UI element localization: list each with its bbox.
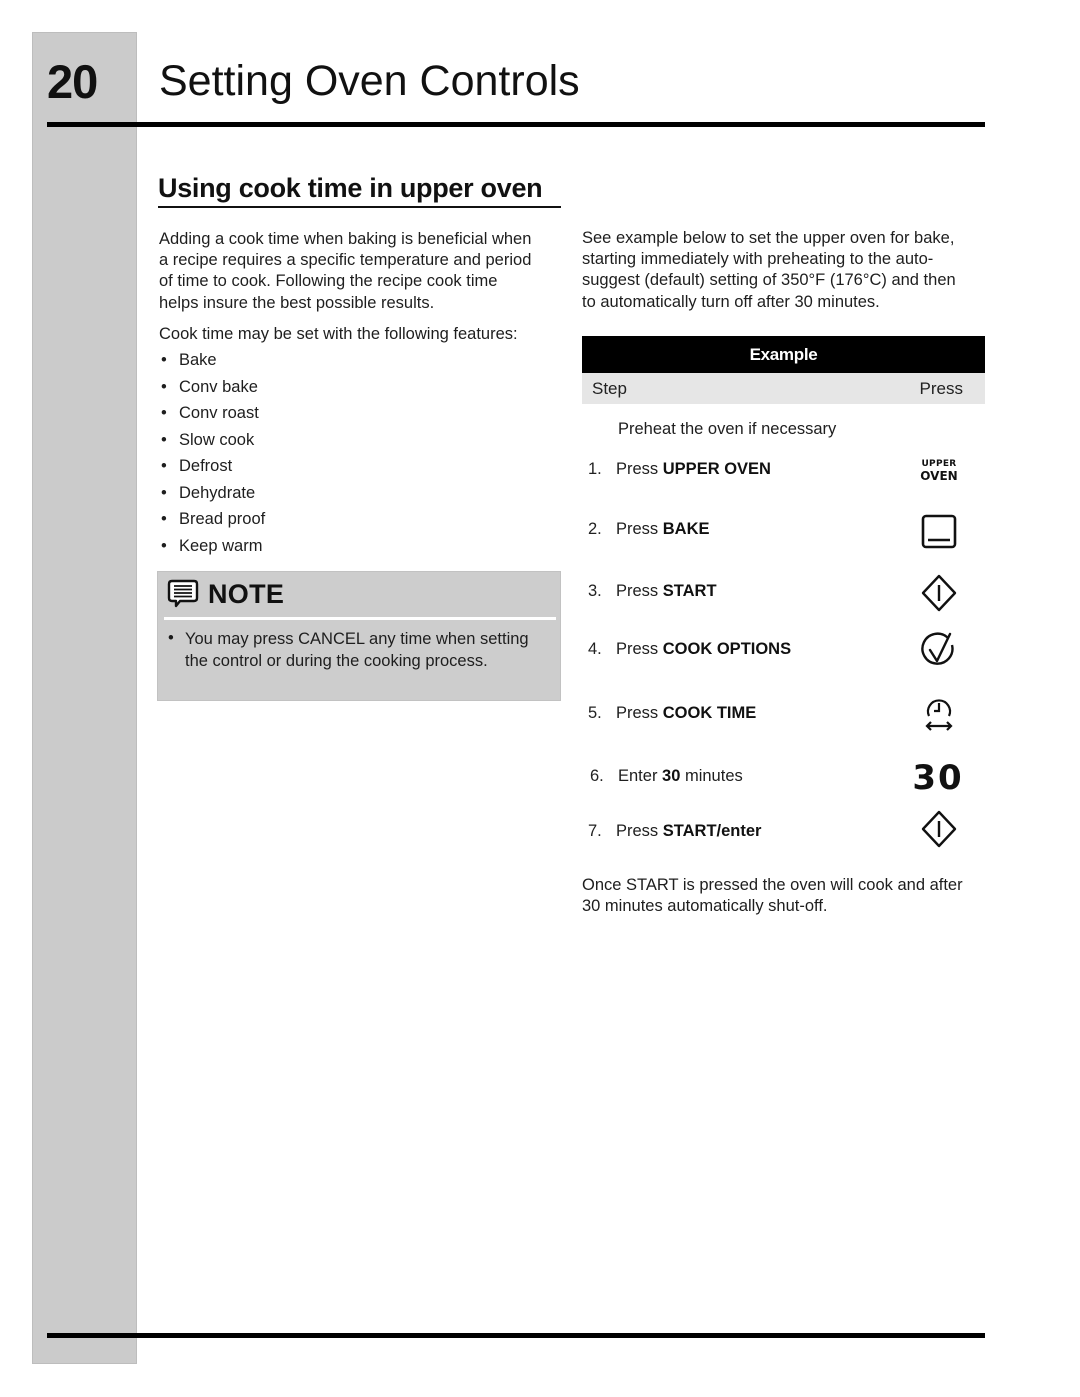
intro-line: to automatically turn off after 30 minut… [582,292,880,311]
column-header-press: Press [919,379,963,398]
section-title-underline [158,206,561,208]
feature-label: Bake [179,351,217,369]
intro-line: Adding a cook time when baking is benefi… [159,230,532,248]
bullet: • [161,536,167,555]
intro-line: a recipe requires a specific temperature… [159,251,532,270]
upper-oven-key: UPPER OVEN [912,459,966,483]
note-header: NOTE [166,578,284,610]
intro-paragraph-left: Adding a cook time when baking is benefi… [159,229,579,314]
bullet: • [161,510,167,528]
step-text: Press UPPER OVEN [616,460,771,479]
example-table: Example Step Press Preheat the oven if n… [582,336,985,848]
note-divider [164,617,556,620]
step-number: 2. [588,520,602,538]
page-number: 20 [47,55,98,108]
feature-item: • Bake [159,350,265,377]
cook-options-check-icon [921,632,954,665]
step-text: Press COOK OPTIONS [616,640,791,659]
intro-line: See example below to set the upper oven … [582,229,955,247]
note-item: • You may press CANCEL any time when set… [168,629,548,672]
step-number: 7. [588,822,602,840]
intro-line: suggest (default) setting of 350°F (176°… [582,271,956,290]
step-text: Press START/enter [616,822,761,841]
section-title: Using cook time in upper oven [158,173,543,203]
example-header: Example [582,336,985,373]
feature-label: Conv roast [179,404,259,422]
column-header-step: Step [592,379,627,398]
intro-paragraph-right: See example below to set the upper oven … [582,228,1002,313]
step-key-name: UPPER OVEN [662,460,771,478]
step-number: 3. [588,582,602,600]
step-prefix: Enter [618,767,663,785]
feature-label: Bread proof [179,510,266,528]
bullet: • [161,404,167,422]
step-prefix: Press [616,704,663,722]
feature-label: Dehydrate [179,483,256,502]
note-text: You may press CANCEL any time when setti… [185,630,529,670]
header-rule [47,122,985,127]
bullet: • [168,629,174,647]
step-text: Press START [616,582,717,601]
step-number: 4. [588,640,602,658]
feature-item: • Keep warm [159,536,265,563]
number-keys: 30 [912,758,964,798]
feature-list: • Bake • Conv bake • Conv roast • Slow cook … [159,350,265,562]
step-prefix: Press [616,582,663,600]
upper-oven-key-line1: UPPER [921,459,957,469]
closing-paragraph: Once START is pressed the oven will cook… [582,875,1002,917]
step-prefix: Press [616,460,663,478]
intro-line: helps insure the best possible results. [159,293,435,312]
step-text: Enter 30 minutes [618,767,743,786]
feature-item: • Defrost [159,456,265,483]
step-prefix: Press [616,822,663,840]
feature-item: • Conv bake [159,377,265,404]
feature-item: • Bread proof [159,509,265,536]
bullet: • [161,483,167,502]
feature-item: • Dehydrate [159,483,265,510]
feature-item: • Conv roast [159,403,265,430]
speech-bubble-note-icon [167,579,199,608]
step-prefix: Press [616,640,663,658]
bullet: • [161,457,167,475]
page-title: Setting Oven Controls [159,57,580,105]
preheat-instruction: Preheat the oven if necessary [618,420,837,438]
start-icon [921,810,957,848]
features-intro: Cook time may be set with the following … [159,325,518,343]
step-key-name: COOK TIME [662,704,757,722]
step-number: 6. [590,767,604,785]
step-suffix: minutes [680,767,743,785]
step-key-name: COOK OPTIONS [662,640,792,658]
step-prefix: Press [616,520,663,538]
step-key-name: START/enter [662,822,762,840]
step-number: 5. [588,704,602,722]
example-column-headers: Step Press [582,373,985,404]
bake-icon [921,514,957,549]
feature-label: Conv bake [179,377,258,396]
feature-label: Slow cook [179,430,255,449]
step-text: Press BAKE [616,520,710,539]
bullet: • [161,430,167,449]
closing-line: 30 minutes automatically shut-off. [582,897,828,916]
feature-label: Keep warm [179,536,263,555]
intro-line: starting immediately with preheating to … [582,250,934,269]
feature-label: Defrost [179,457,233,475]
step-number: 1. [588,460,602,478]
upper-oven-key-line2: OVEN [920,469,958,483]
step-key-name: BAKE [662,520,710,538]
start-icon [921,574,957,612]
note-label: NOTE [208,578,285,609]
page-sidebar-band [32,32,137,1364]
step-text: Press COOK TIME [616,704,756,723]
feature-item: • Slow cook [159,430,265,457]
bullet: • [161,377,167,396]
step-key-name: START [662,582,717,600]
closing-line: Once START is pressed the oven will cook… [582,876,963,894]
cook-time-clock-icon [925,699,953,731]
footer-rule [47,1333,985,1338]
bullet: • [161,351,167,369]
intro-line: of time to cook. Following the recipe co… [159,272,498,291]
note-box: NOTE • You may press CANCEL any time whe… [157,571,561,701]
step-key-name: 30 [662,767,681,785]
